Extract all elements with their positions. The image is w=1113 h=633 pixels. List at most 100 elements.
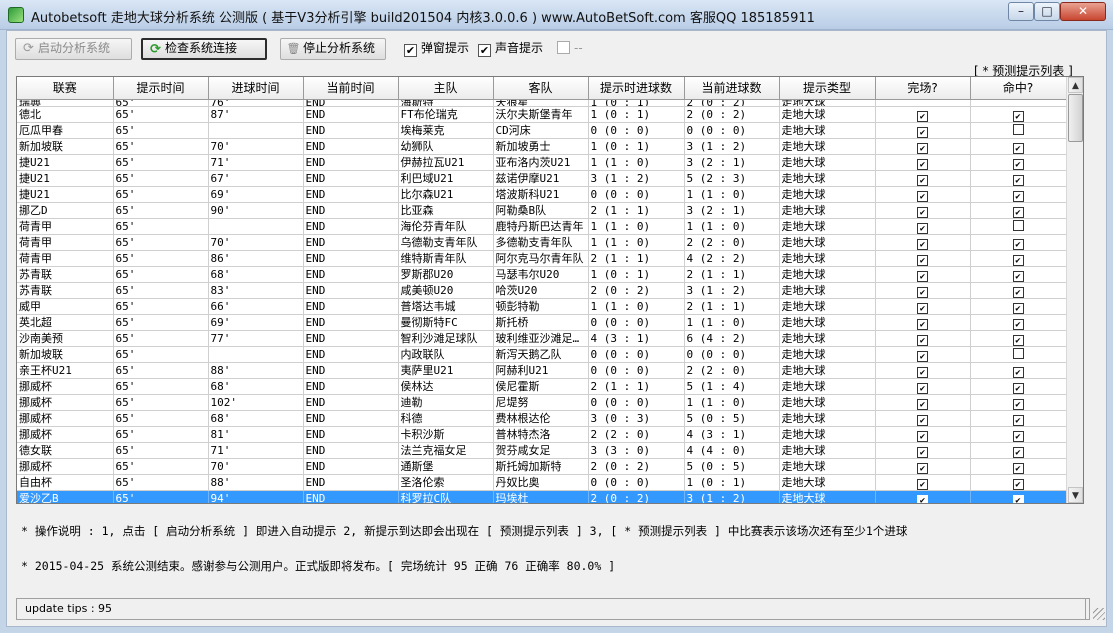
table-row[interactable]: 新加坡联 65' 70' END 幼狮队 新加坡勇士 1 (0 : 1) 3 (1 : 2) 走… [17,138,1067,155]
cell-hit[interactable]: ✔ [970,138,1067,155]
cell-finished[interactable]: ✔ [875,282,971,299]
finished-checkbox-icon[interactable]: ✔ [917,334,928,345]
cell-finished[interactable]: ✔ [875,378,971,395]
cell-hit[interactable]: ✔ [970,458,1067,475]
hit-checkbox-icon[interactable]: ✔ [1012,110,1024,121]
finished-checkbox-icon[interactable]: ✔ [917,398,928,409]
finished-checkbox-icon[interactable]: ✔ [917,222,928,233]
hit-checkbox-icon[interactable]: ✔ [1012,238,1024,249]
cell-finished[interactable]: ✔ [875,202,971,219]
cell-hit[interactable]: ✔ [970,170,1067,187]
table-row[interactable]: 荷青甲 65' 70' END 乌德勒支青年队 多德勒支青年队 1 (1 : 0) 2 (2 … [17,234,1067,251]
col-league[interactable]: 联赛 [17,77,114,100]
finished-checkbox-icon[interactable]: ✔ [917,206,928,217]
hit-checkbox-icon[interactable]: ✔ [1012,334,1024,345]
cell-finished[interactable]: ✔ [875,218,971,235]
col-current-time[interactable]: 当前时间 [303,77,399,100]
cell-finished[interactable]: ✔ [875,330,971,347]
table-row[interactable]: 厄瓜甲春 65' END 埃梅莱克 CD河床 0 (0 : 0) 0 (0 : 0) 走地大球… [17,122,1067,139]
hit-checkbox-icon[interactable]: ✔ [1012,190,1024,201]
cell-finished[interactable]: ✔ [875,170,971,187]
cell-finished[interactable]: ✔ [875,106,971,123]
stop-analysis-button[interactable]: 🗑 停止分析系统 [280,38,386,60]
hit-checkbox-icon[interactable]: ✔ [1012,414,1024,425]
hit-checkbox-icon[interactable] [1012,219,1024,231]
prediction-table[interactable]: 联赛 提示时间 进球时间 当前时间 主队 客队 提示时进球数 当前进球数 提示类… [16,76,1084,504]
cell-hit[interactable]: ✔ [970,330,1067,347]
table-row[interactable]: 苏青联 65' 68' END 罗斯郡U20 马瑟韦尔U20 1 (0 : 1) 2 (1 :… [17,266,1067,283]
table-row[interactable]: 新加坡联 65' END 内政联队 新泻天鹅乙队 0 (0 : 0) 0 (0 : 0) 走地… [17,346,1067,363]
finished-checkbox-icon[interactable]: ✔ [917,190,928,201]
maximize-button[interactable]: □ [1034,2,1060,21]
table-row[interactable]: 自由杯 65' 88' END 圣洛伦索 丹奴比奥 0 (0 : 0) 1 (0 : 1) 走地… [17,474,1067,491]
hit-checkbox-icon[interactable]: ✔ [1012,478,1024,489]
cell-hit[interactable]: ✔ [970,266,1067,283]
check-connection-button[interactable]: ⟳ 检查系统连接 [141,38,267,60]
col-away-team[interactable]: 客队 [493,77,589,100]
extra-option-checkbox[interactable]: -- [557,41,583,57]
table-row[interactable]: 荷青甲 65' 86' END 维特斯青年队 阿尔克马尔青年队 2 (1 : 1) 4 (2 … [17,250,1067,267]
cell-hit[interactable]: ✔ [970,442,1067,459]
cell-hit[interactable]: ✔ [970,314,1067,331]
cell-hit[interactable]: ✔ [970,250,1067,267]
finished-checkbox-icon[interactable]: ✔ [917,286,928,297]
cell-finished[interactable]: ✔ [875,458,971,475]
cell-finished[interactable]: ✔ [875,394,971,411]
hit-checkbox-icon[interactable]: ✔ [1012,494,1024,503]
cell-finished[interactable]: ✔ [875,314,971,331]
col-tip-time[interactable]: 提示时间 [113,77,209,100]
finished-checkbox-icon[interactable]: ✔ [917,382,928,393]
table-row[interactable]: 挪威杯 65' 68' END 科德 费林根达伦 3 (0 : 3) 5 (0 : 5) 走地大… [17,410,1067,427]
cell-finished[interactable]: ✔ [875,346,971,363]
finished-checkbox-icon[interactable]: ✔ [917,270,928,281]
finished-checkbox-icon[interactable]: ✔ [917,174,928,185]
close-button[interactable]: ✕ [1060,2,1106,21]
hit-checkbox-icon[interactable]: ✔ [1012,382,1024,393]
cell-hit[interactable]: ✔ [970,106,1067,123]
table-row[interactable]: 荷青甲 65' END 海伦芬青年队 鹿特丹斯巴达青年 1 (1 : 0) 1 (1 : 0… [17,218,1067,235]
table-row[interactable]: 捷U21 65' 69' END 比尔森U21 塔波斯科U21 0 (0 : 0) 1 (1 … [17,186,1067,203]
hit-checkbox-icon[interactable]: ✔ [1012,254,1024,265]
cell-hit[interactable]: ✔ [970,234,1067,251]
table-row[interactable]: 挪威杯 65' 68' END 侯林达 侯尼霍斯 2 (1 : 1) 5 (1 : 4) 走地大… [17,378,1067,395]
cell-finished[interactable]: ✔ [875,250,971,267]
hit-checkbox-icon[interactable]: ✔ [1012,430,1024,441]
cell-hit[interactable] [970,346,1067,363]
finished-checkbox-icon[interactable]: ✔ [917,414,928,425]
cell-hit[interactable]: ✔ [970,410,1067,427]
hit-checkbox-icon[interactable]: ✔ [1012,142,1024,153]
cell-hit[interactable]: ✔ [970,474,1067,491]
col-hit[interactable]: 命中? [970,77,1067,100]
cell-hit[interactable]: ✔ [970,394,1067,411]
table-row[interactable]: 亲王杯U21 65' 88' END 夷萨里U21 阿赫利U21 0 (0 : 0) 2 (2… [17,362,1067,379]
table-row[interactable]: 挪威杯 65' 102' END 迪勒 尼堤努 0 (0 : 0) 1 (1 : 0) 走地大球… [17,394,1067,411]
finished-checkbox-icon[interactable]: ✔ [917,110,928,121]
cell-finished[interactable]: ✔ [875,410,971,427]
finished-checkbox-icon[interactable]: ✔ [917,302,928,313]
finished-checkbox-icon[interactable]: ✔ [917,478,928,489]
hit-checkbox-icon[interactable]: ✔ [1012,158,1024,169]
cell-finished[interactable]: ✔ [875,474,971,491]
hit-checkbox-icon[interactable]: ✔ [1012,206,1024,217]
cell-hit[interactable]: ✔ [970,154,1067,171]
table-row[interactable]: 德女联 65' 71' END 法兰克福女足 贺芬咸女足 3 (3 : 0) 4 (4 : 0… [17,442,1067,459]
table-row[interactable]: 挪威杯 65' 70' END 通斯堡 斯托姆加斯特 2 (0 : 2) 5 (0 : 5) 走… [17,458,1067,475]
hit-checkbox-icon[interactable]: ✔ [1012,302,1024,313]
table-row[interactable]: 捷U21 65' 67' END 利巴域U21 兹诺伊摩U21 3 (1 : 2) 5 (2 … [17,170,1067,187]
title-bar[interactable]: Autobetsoft 走地大球分析系统 公测版 ( 基于V3分析引擎 buil… [0,0,1113,30]
cell-finished[interactable]: ✔ [875,154,971,171]
finished-checkbox-icon[interactable]: ✔ [917,494,928,503]
cell-hit[interactable]: ✔ [970,490,1067,503]
col-finished[interactable]: 完场? [875,77,971,100]
cell-hit[interactable]: ✔ [970,202,1067,219]
cell-finished[interactable]: ✔ [875,266,971,283]
hit-checkbox-icon[interactable] [1012,123,1024,135]
finished-checkbox-icon[interactable]: ✔ [917,142,928,153]
hit-checkbox-icon[interactable]: ✔ [1012,286,1024,297]
cell-finished[interactable]: ✔ [875,186,971,203]
hit-checkbox-icon[interactable]: ✔ [1012,462,1024,473]
minimize-button[interactable]: – [1008,2,1034,21]
cell-hit[interactable]: ✔ [970,282,1067,299]
table-row[interactable]: 德北 65' 87' END FT布伦瑞克 沃尔夫斯堡青年 1 (0 : 1) 2 (0 : … [17,106,1067,123]
col-tip-score[interactable]: 提示时进球数 [588,77,685,100]
